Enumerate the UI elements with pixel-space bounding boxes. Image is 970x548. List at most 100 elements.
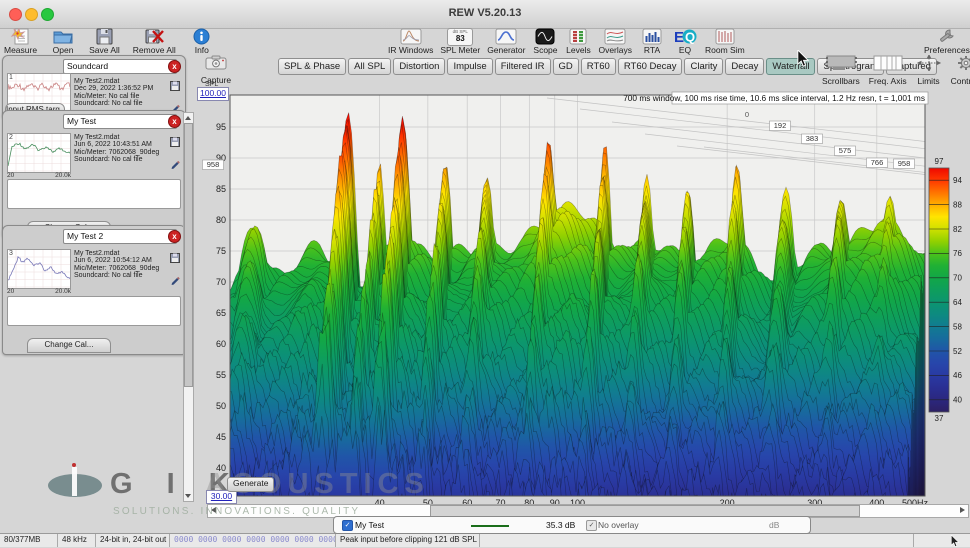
toolbar-item-label: Open <box>53 45 74 55</box>
toolbar-item-label: Overlays <box>598 45 632 55</box>
measure-button[interactable]: Measure <box>4 28 37 55</box>
freq-axis-icon <box>873 55 903 76</box>
freq-min-limit-field[interactable]: 30.00 <box>206 490 237 504</box>
scroll-left-arrow-icon[interactable] <box>211 507 216 513</box>
measurement-notes-field[interactable] <box>7 179 181 209</box>
scope-button[interactable]: Scope <box>532 28 558 55</box>
overlays-icon <box>602 28 628 45</box>
status-empty <box>914 534 970 547</box>
tab-distortion[interactable]: Distortion <box>393 58 445 75</box>
measurement-notes-field[interactable] <box>7 296 181 326</box>
svg-text:40: 40 <box>216 463 226 473</box>
change-cal-button[interactable]: Change Cal... <box>27 338 111 353</box>
levels-icon <box>565 28 591 45</box>
generator-icon <box>493 28 519 45</box>
eq-icon: EQ <box>672 28 698 45</box>
measurement-index: 3 <box>9 250 13 257</box>
toolbar-item-label: EQ <box>679 45 691 55</box>
svg-text:575: 575 <box>839 146 852 155</box>
status-bit-depth: 24-bit in, 24-bit out <box>96 534 170 547</box>
scroll-right-arrow-icon[interactable] <box>960 507 965 513</box>
remove-all-button[interactable]: Remove All <box>133 28 176 55</box>
toolbar-item-label: Scope <box>533 45 557 55</box>
scope-icon <box>532 28 558 45</box>
spl-meter-button[interactable]: dB SPL83SPL Meter <box>440 28 480 55</box>
svg-text:Q: Q <box>685 30 695 45</box>
tab-rt60[interactable]: RT60 <box>581 58 616 75</box>
tab-all-spl[interactable]: All SPL <box>348 58 391 75</box>
gik-logo-icon <box>48 474 102 497</box>
tab-clarity[interactable]: Clarity <box>684 58 723 75</box>
waterfall-plot[interactable]: 9590858075706560555045404050607080901002… <box>195 80 970 532</box>
title-bar: REW V5.20.13 <box>0 0 970 29</box>
sidebar-scroll-thumb[interactable] <box>184 123 193 387</box>
preferences-button[interactable]: Preferences <box>924 28 970 55</box>
tab-rt60-decay[interactable]: RT60 Decay <box>618 58 683 75</box>
scroll-down-arrow-icon[interactable] <box>185 494 191 498</box>
save-measurement-icon[interactable] <box>170 250 180 268</box>
eq-button[interactable]: EQEQ <box>672 28 698 55</box>
generator-button[interactable]: Generator <box>487 28 525 55</box>
measurement-name-field[interactable]: My Test <box>63 114 177 129</box>
svg-text:0: 0 <box>745 110 749 119</box>
delete-measurement-icon[interactable]: x <box>168 230 181 243</box>
measure-icon <box>8 28 34 45</box>
svg-text:80: 80 <box>216 215 226 225</box>
delete-measurement-icon[interactable]: x <box>168 60 181 73</box>
svg-text:60: 60 <box>216 339 226 349</box>
svg-text:95: 95 <box>216 122 226 132</box>
wrench-icon <box>934 28 960 45</box>
svg-text:52: 52 <box>953 347 962 356</box>
measurement-name-field[interactable]: My Test 2 <box>63 229 177 244</box>
svg-text:76: 76 <box>953 249 962 258</box>
trace-checkbox[interactable]: ✓ <box>342 520 353 531</box>
svg-text:55: 55 <box>216 370 226 380</box>
rta-icon <box>639 28 665 45</box>
window-title: REW V5.20.13 <box>0 7 970 19</box>
overlays-button[interactable]: Overlays <box>598 28 632 55</box>
save-measurement-icon[interactable] <box>170 78 180 96</box>
svg-text:88: 88 <box>953 200 962 209</box>
svg-text:58: 58 <box>953 322 962 331</box>
controls-icon <box>957 55 970 76</box>
svg-text:64: 64 <box>953 298 962 307</box>
preferences-button[interactable]: Preferences <box>924 28 970 55</box>
edit-measurement-icon[interactable] <box>170 156 180 174</box>
room-sim-button[interactable]: Room Sim <box>705 28 745 55</box>
tab-waterfall[interactable]: Waterfall <box>766 58 815 75</box>
svg-text:958: 958 <box>207 160 220 169</box>
tab-decay[interactable]: Decay <box>725 58 764 75</box>
tab-gd[interactable]: GD <box>553 58 579 75</box>
trace-level-value: 35.3 dB <box>546 520 575 530</box>
ir-windows-button[interactable]: IR Windows <box>388 28 433 55</box>
trace-line-sample <box>471 525 509 527</box>
svg-text:70: 70 <box>216 277 226 287</box>
measurement-name-field[interactable]: Soundcard <box>63 59 177 74</box>
rta-button[interactable]: RTA <box>639 28 665 55</box>
edit-measurement-icon[interactable] <box>170 272 180 290</box>
info-button[interactable]: Info <box>189 28 215 55</box>
svg-text:192: 192 <box>774 121 787 130</box>
tab-impulse[interactable]: Impulse <box>447 58 492 75</box>
tab-spl-phase[interactable]: SPL & Phase <box>278 58 346 75</box>
spl-top-limit-field[interactable]: 100.00 <box>197 87 229 101</box>
measurement-card-my-test-2[interactable]: My Test 2x32020.0kMy Test2.mdatJun 6, 20… <box>2 225 186 355</box>
scrollbars-icon <box>823 55 859 76</box>
no-overlay-checkbox[interactable]: ✓ <box>586 520 597 531</box>
measurement-card-my-test[interactable]: My Testx22020.0kMy Test2.mdatJun 6, 2022… <box>2 110 186 238</box>
svg-text:85: 85 <box>216 184 226 194</box>
legend-bar: ✓ My Test 35.3 dB ✓ No overlay dB <box>333 516 811 534</box>
open-button[interactable]: Open <box>50 28 76 55</box>
generate-button[interactable]: Generate <box>227 477 274 492</box>
thumbnail-axis-labels: 2020.0k <box>7 288 71 295</box>
save-measurement-icon[interactable] <box>170 134 180 152</box>
save-all-button[interactable]: Save All <box>89 28 120 55</box>
toolbar-item-label: Room Sim <box>705 45 745 55</box>
svg-text:37: 37 <box>935 414 944 423</box>
delete-measurement-icon[interactable]: x <box>168 115 181 128</box>
toolbar-item-label: IR Windows <box>388 45 433 55</box>
tab-filtered-ir[interactable]: Filtered IR <box>495 58 551 75</box>
sidebar-scrollbar[interactable] <box>183 112 194 502</box>
levels-button[interactable]: Levels <box>565 28 591 55</box>
scroll-up-arrow-icon[interactable] <box>185 116 191 120</box>
